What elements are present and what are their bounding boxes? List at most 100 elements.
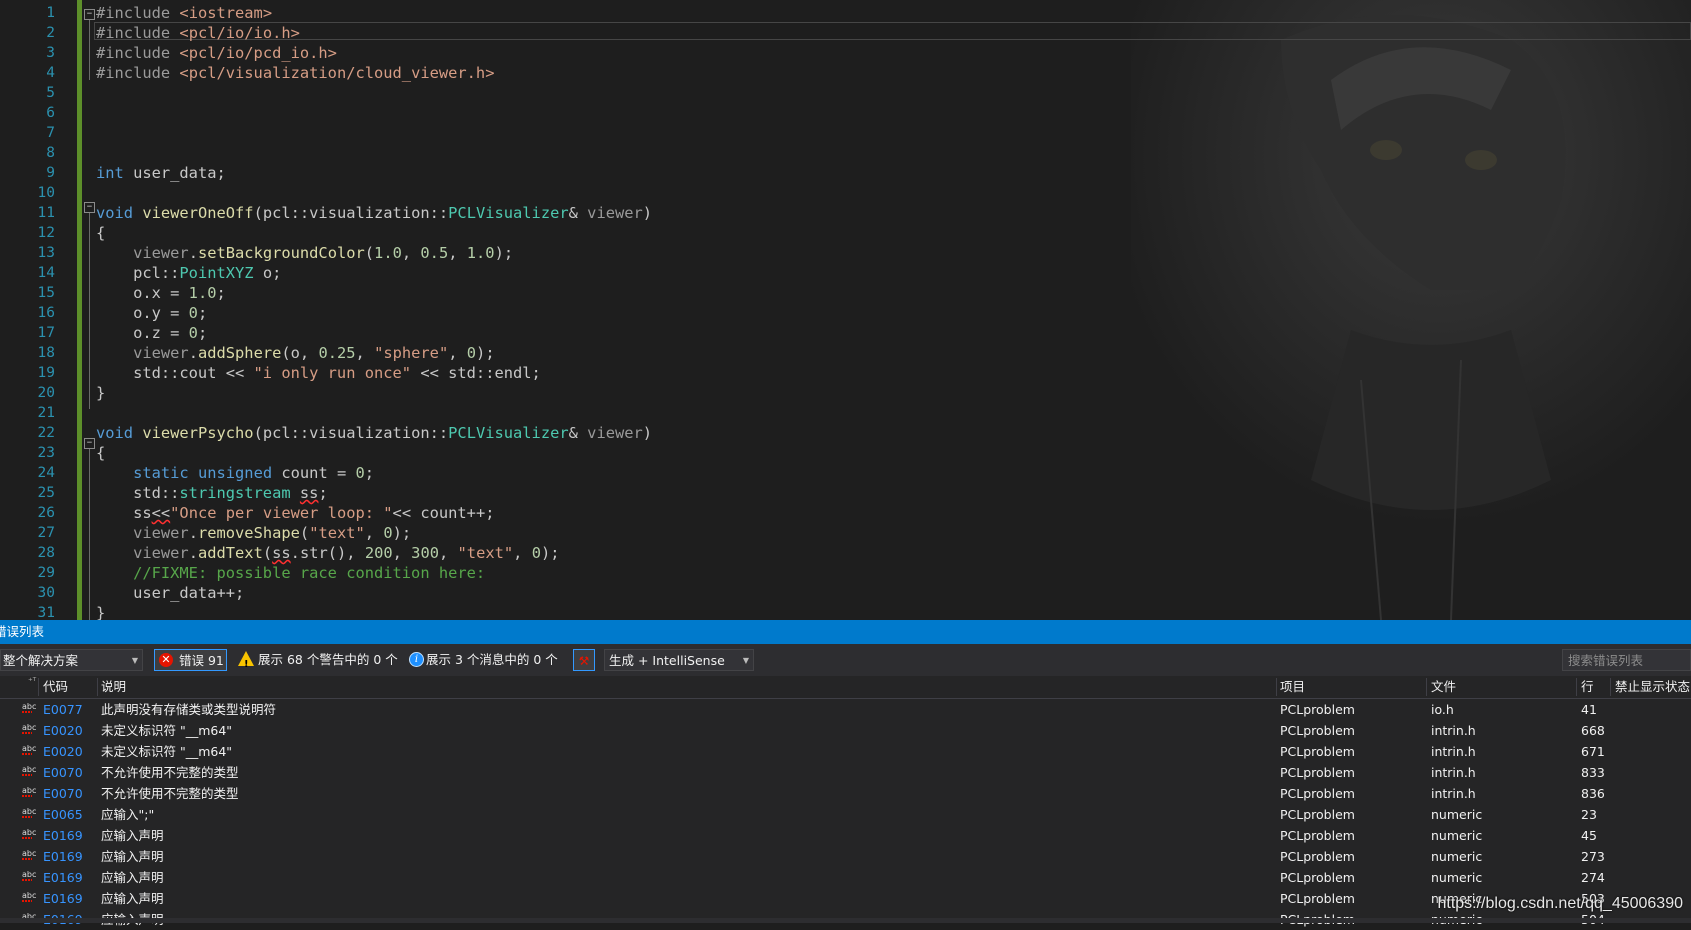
error-row[interactable]: abc E0020 未定义标识符 "__m64" PCLproblem intrin.h… bbox=[0, 720, 1691, 741]
error-project: PCLproblem bbox=[1280, 723, 1355, 738]
error-code-link[interactable]: E0020 bbox=[43, 741, 83, 762]
error-row[interactable]: abc E0070 不允许使用不完整的类型 PCLproblem intrin.h 836 bbox=[0, 783, 1691, 804]
filter-icon[interactable]: ⚒ bbox=[573, 649, 595, 671]
column-header-code[interactable]: 代码 bbox=[43, 676, 68, 698]
error-icon: ✕ bbox=[159, 653, 173, 667]
error-project: PCLproblem bbox=[1280, 744, 1355, 759]
error-description: 不允许使用不完整的类型 bbox=[101, 765, 239, 780]
line-number: 28 bbox=[37, 545, 55, 561]
code-editor[interactable]: 1 2 3 4 5 6 7 8 9 10 11 12 13 14 15 16 17 18 19 20 21 22 23 24 2… bbox=[0, 0, 1691, 620]
line-number: 3 bbox=[46, 45, 55, 61]
search-placeholder: 搜索错误列表 bbox=[1568, 653, 1644, 668]
error-project: PCLproblem bbox=[1280, 849, 1355, 864]
code-line-3: #include <pcl/io/pcd_io.h> bbox=[96, 44, 337, 62]
error-project: PCLproblem bbox=[1280, 828, 1355, 843]
error-line: 833 bbox=[1581, 765, 1605, 780]
column-divider bbox=[1610, 678, 1611, 696]
watermark-text: https://blog.csdn.net/qq_45006390 bbox=[1437, 895, 1683, 912]
error-code-link[interactable]: E0169 bbox=[43, 867, 83, 888]
error-list-title-bar[interactable]: 错误列表 bbox=[0, 620, 1691, 644]
intellisense-error-icon: abc bbox=[22, 723, 37, 734]
column-divider bbox=[38, 678, 39, 696]
line-number: 27 bbox=[37, 525, 55, 541]
search-error-list-input[interactable]: 搜索错误列表 bbox=[1562, 649, 1691, 671]
sort-icon[interactable]: ⁺ᵀ bbox=[28, 671, 36, 693]
line-number-gutter: 1 2 3 4 5 6 7 8 9 10 11 12 13 14 15 16 17 18 19 20 21 22 23 24 2… bbox=[0, 0, 66, 620]
fold-toggle-icon[interactable]: − bbox=[84, 9, 95, 20]
intellisense-error-icon: abc bbox=[22, 786, 37, 797]
code-line-27: viewer.removeShape("text", 0); bbox=[133, 524, 412, 542]
error-description: 应输入声明 bbox=[101, 849, 164, 864]
current-line-highlight bbox=[94, 22, 1691, 40]
messages-filter-button[interactable]: i 展示 3 个消息中的 0 个 bbox=[408, 649, 566, 671]
error-code-link[interactable]: E0070 bbox=[43, 783, 83, 804]
code-line-25: std::stringstream ss; bbox=[96, 484, 328, 502]
line-number: 4 bbox=[46, 65, 55, 81]
warnings-filter-label: 展示 68 个警告中的 0 个 bbox=[258, 652, 398, 667]
error-code-link[interactable]: E0077 bbox=[43, 699, 83, 720]
error-description: 此声明没有存储类或类型说明符 bbox=[101, 702, 277, 717]
error-row[interactable]: abc E0065 应输入";" PCLproblem numeric 23 bbox=[0, 804, 1691, 825]
error-file: numeric bbox=[1431, 828, 1483, 843]
code-line-1: #include <iostream> bbox=[96, 4, 273, 22]
error-row[interactable]: abc E0169 应输入声明 PCLproblem numeric 45 bbox=[0, 825, 1691, 846]
warnings-filter-button[interactable]: ! 展示 68 个警告中的 0 个 bbox=[238, 649, 398, 671]
line-number: 21 bbox=[37, 405, 55, 421]
line-number: 9 bbox=[46, 165, 55, 181]
error-description: 未定义标识符 "__m64" bbox=[101, 723, 233, 738]
column-header-file[interactable]: 文件 bbox=[1431, 676, 1456, 698]
error-code-link[interactable]: E0065 bbox=[43, 804, 83, 825]
scope-value: 整个解决方案 bbox=[3, 653, 79, 668]
build-intellisense-dropdown[interactable]: 生成 + IntelliSense ▼ bbox=[604, 649, 754, 671]
error-line: 836 bbox=[1581, 786, 1605, 801]
error-file: intrin.h bbox=[1431, 786, 1476, 801]
column-header-project[interactable]: 项目 bbox=[1280, 676, 1305, 698]
error-description: 应输入声明 bbox=[101, 828, 164, 843]
fold-toggle-icon[interactable]: − bbox=[84, 438, 95, 449]
error-file: intrin.h bbox=[1431, 744, 1476, 759]
error-line: 45 bbox=[1581, 828, 1597, 843]
fold-guide bbox=[89, 213, 90, 409]
error-line: 23 bbox=[1581, 807, 1597, 822]
line-number: 23 bbox=[37, 445, 55, 461]
error-code-link[interactable]: E0169 bbox=[43, 825, 83, 846]
line-number: 20 bbox=[37, 385, 55, 401]
line-number: 15 bbox=[37, 285, 55, 301]
error-file: numeric bbox=[1431, 807, 1483, 822]
error-code-link[interactable]: E0020 bbox=[43, 720, 83, 741]
error-row[interactable]: abc E0070 不允许使用不完整的类型 PCLproblem intrin.h 833 bbox=[0, 762, 1691, 783]
error-description: 应输入声明 bbox=[101, 891, 164, 906]
column-header-line[interactable]: 行 bbox=[1581, 676, 1594, 698]
error-line: 671 bbox=[1581, 744, 1605, 759]
fold-toggle-icon[interactable]: − bbox=[84, 202, 95, 213]
line-number: 18 bbox=[37, 345, 55, 361]
error-project: PCLproblem bbox=[1280, 702, 1355, 717]
code-line-2: #include <pcl/io/io.h> bbox=[96, 24, 300, 42]
scope-dropdown[interactable]: 整个解决方案 ▼ bbox=[0, 649, 143, 671]
column-header-description[interactable]: 说明 bbox=[101, 676, 126, 698]
error-file: numeric bbox=[1431, 870, 1483, 885]
error-row[interactable]: abc E0077 此声明没有存储类或类型说明符 PCLproblem io.h 41 bbox=[0, 699, 1691, 720]
code-line-20: } bbox=[96, 384, 106, 402]
chevron-down-icon: ▼ bbox=[742, 656, 749, 665]
line-number: 31 bbox=[37, 605, 55, 620]
error-code-link[interactable]: E0070 bbox=[43, 762, 83, 783]
error-code-link[interactable]: E0169 bbox=[43, 846, 83, 867]
error-row[interactable]: abc E0169 应输入声明 PCLproblem numeric 274 bbox=[0, 867, 1691, 888]
messages-filter-label: 展示 3 个消息中的 0 个 bbox=[426, 652, 558, 667]
line-number: 6 bbox=[46, 105, 55, 121]
error-row[interactable]: abc E0020 未定义标识符 "__m64" PCLproblem intrin.h… bbox=[0, 741, 1691, 762]
error-list-title: 错误列表 bbox=[0, 624, 45, 639]
error-project: PCLproblem bbox=[1280, 765, 1355, 780]
column-header-suppression-state[interactable]: 禁止显示状态 bbox=[1615, 676, 1690, 698]
code-line-26: ss<<"Once per viewer loop: "<< count++; bbox=[96, 504, 495, 522]
errors-filter-button[interactable]: ✕ 错误 91 bbox=[154, 649, 227, 671]
error-row[interactable]: abc E0169 应输入声明 PCLproblem numeric 273 bbox=[0, 846, 1691, 867]
intellisense-error-icon: abc bbox=[22, 702, 37, 713]
error-code-link[interactable]: E0169 bbox=[43, 888, 83, 909]
chevron-down-icon: ▼ bbox=[131, 656, 138, 665]
column-divider bbox=[1426, 678, 1427, 696]
error-file: intrin.h bbox=[1431, 765, 1476, 780]
code-line-28: viewer.addText(ss.str(), 200, 300, "text… bbox=[133, 544, 560, 562]
column-divider bbox=[97, 678, 98, 696]
